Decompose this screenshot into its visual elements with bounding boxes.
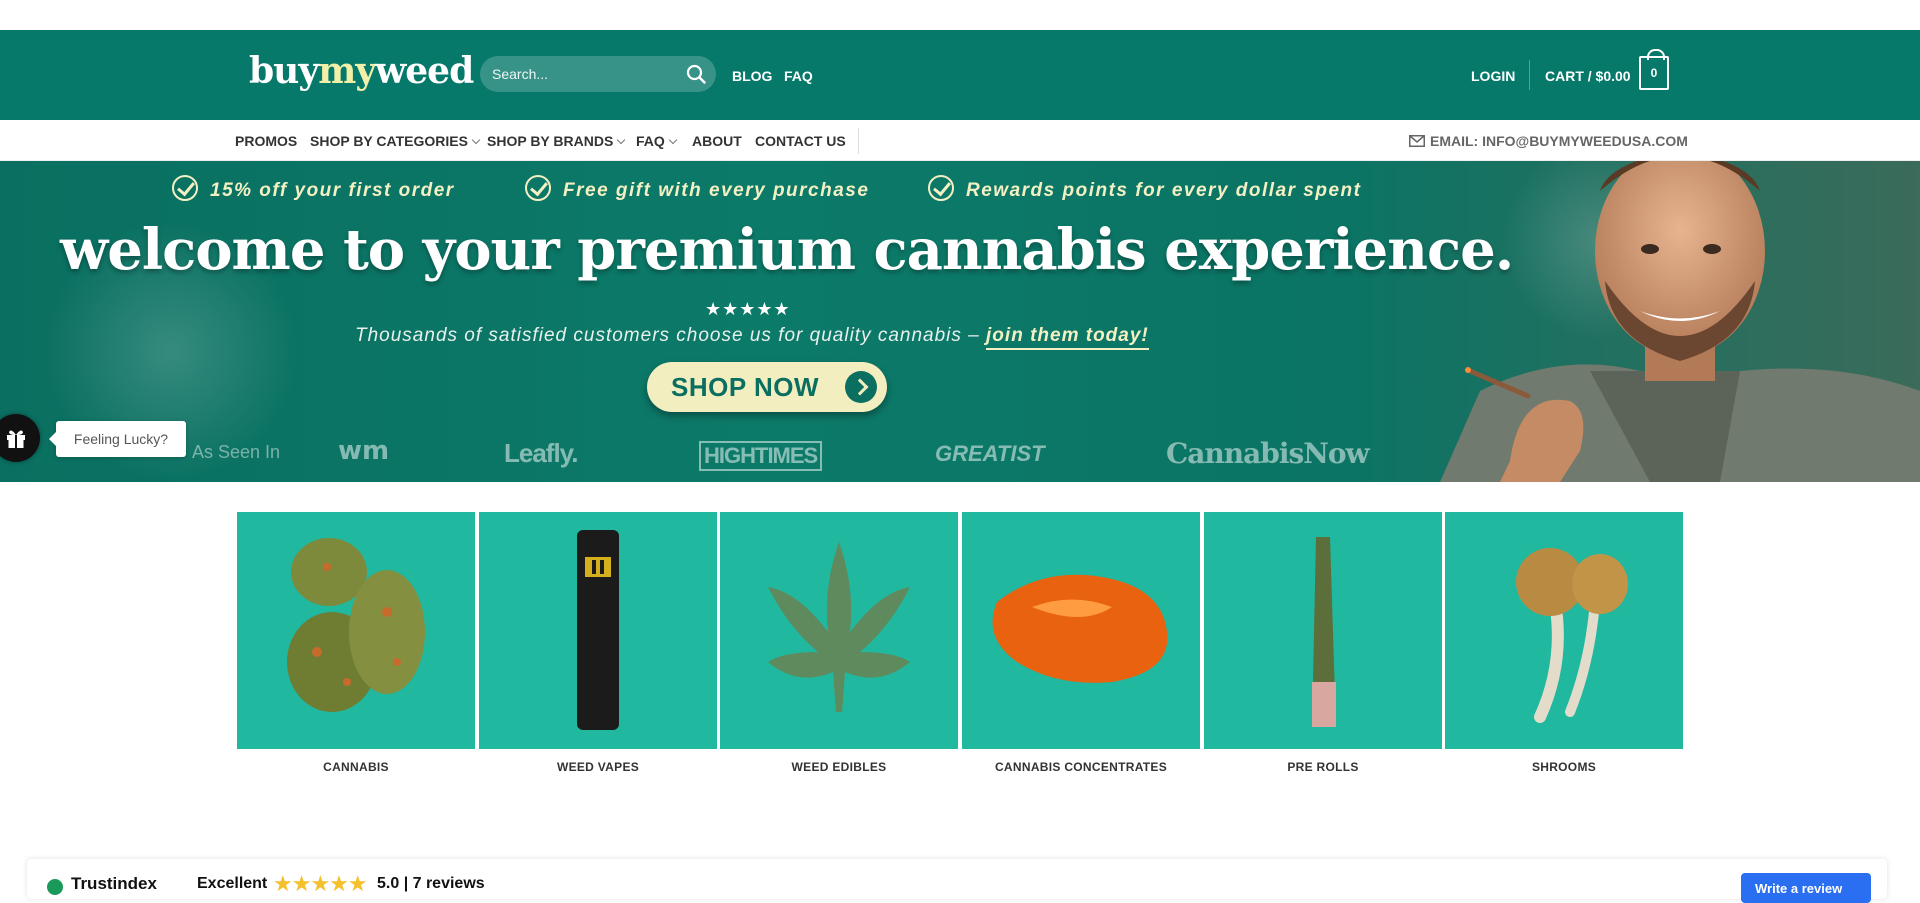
trustindex-widget: Trustindex Excellent ★★★★★ 5.0 | 7 revie… — [27, 859, 1887, 903]
press-logo-cannabisnow: CannabisNow — [1166, 437, 1370, 470]
concentrate-shatter-image — [992, 574, 1168, 683]
email-text: EMAIL: INFO@BUYMYWEEDUSA.COM — [1430, 133, 1688, 149]
category-label[interactable]: PRE ROLLS — [1204, 760, 1442, 774]
mushrooms-image — [1516, 548, 1628, 723]
hero-tagline: Thousands of satisfied customers choose … — [355, 325, 1149, 350]
tagline-text: Thousands of satisfied customers choose … — [355, 325, 987, 346]
logo-part-my: my — [318, 50, 376, 92]
rating-stars: ★★★★★ — [705, 299, 791, 319]
perk-text: Free gift with every purchase — [563, 180, 870, 202]
site-header: buymyweed BLOG FAQ LOGIN CART / $0.00 0 — [0, 30, 1920, 120]
category-tile-pre-rolls[interactable] — [1204, 512, 1442, 749]
search-button[interactable] — [684, 62, 708, 86]
category-label[interactable]: CANNABIS CONCENTRATES — [962, 760, 1200, 774]
perk-rewards: Rewards points for every dollar spent — [928, 175, 1362, 204]
shop-now-button[interactable]: SHOP NOW — [647, 362, 887, 412]
tagline-cta: join them today! — [986, 325, 1149, 350]
trustindex-stars: ★★★★★ — [273, 871, 368, 896]
trustindex-score: 5.0 | 7 reviews — [377, 875, 485, 892]
feeling-lucky-tooltip[interactable]: Feeling Lucky? — [49, 421, 186, 457]
header-divider — [1529, 60, 1530, 90]
shop-now-label: SHOP NOW — [671, 372, 819, 402]
edible-gummy-image — [768, 542, 910, 712]
nav-item-shop-by-categories[interactable]: SHOP BY CATEGORIES — [310, 133, 481, 149]
category-label[interactable]: WEED EDIBLES — [720, 760, 958, 774]
nav-divider — [858, 128, 859, 154]
nav-label: PROMOS — [235, 133, 298, 149]
category-tile-weed-edibles[interactable] — [720, 512, 958, 749]
arrow-right-icon — [845, 371, 877, 403]
chevron-down-icon — [668, 135, 678, 145]
perk-text: 15% off your first order — [210, 180, 455, 202]
category-tile-shrooms[interactable] — [1445, 512, 1683, 749]
nav-label: SHOP BY CATEGORIES — [310, 133, 468, 149]
vape-pen-image — [577, 530, 619, 730]
cart-link[interactable]: CART / $0.00 — [1545, 68, 1631, 84]
perk-free-gift: Free gift with every purchase — [525, 175, 870, 204]
category-tile-cannabis[interactable] — [237, 512, 475, 749]
cart-count-badge[interactable]: 0 — [1639, 49, 1669, 90]
cannabis-bud-image — [287, 538, 425, 712]
write-review-button[interactable]: Write a review — [1741, 873, 1871, 903]
nav-item-promos[interactable]: PROMOS — [235, 133, 297, 149]
trustindex-check-icon — [47, 879, 63, 895]
nav-label: FAQ — [636, 133, 665, 149]
site-logo[interactable]: buymyweed — [249, 50, 474, 92]
category-tile-cannabis-concentrates[interactable] — [962, 512, 1200, 749]
category-tile-weed-vapes[interactable] — [479, 512, 717, 749]
nav-item-about[interactable]: ABOUT — [692, 133, 742, 149]
category-label[interactable]: WEED VAPES — [479, 760, 717, 774]
logo-part-weed: weed — [375, 50, 474, 92]
search-input[interactable] — [492, 64, 672, 84]
email-link[interactable]: EMAIL: INFO@BUYMYWEEDUSA.COM — [1409, 133, 1688, 149]
press-logo-greatist: GREATIST — [935, 441, 1045, 466]
login-link[interactable]: LOGIN — [1471, 68, 1515, 84]
hero-title: welcome to your premium cannabis experie… — [60, 217, 1514, 283]
spokesperson-image — [1440, 161, 1920, 482]
chevron-down-icon — [617, 135, 626, 145]
chevron-down-icon — [471, 135, 481, 145]
press-logo-weedmaps: wm — [338, 436, 390, 466]
hero-banner[interactable]: 15% off your first order Free gift with … — [0, 161, 1920, 482]
nav-item-faq[interactable]: FAQ — [636, 133, 678, 149]
search-icon — [686, 64, 706, 84]
press-logo-hightimes: HIGHTIMES — [699, 441, 823, 471]
as-seen-in-label: As Seen In — [192, 442, 281, 462]
nav-label: SHOP BY BRANDS — [487, 133, 614, 149]
perk-first-order: 15% off your first order — [172, 175, 455, 204]
category-label[interactable]: CANNABIS — [237, 760, 475, 774]
logo-part-buy: buy — [249, 50, 319, 92]
perk-text: Rewards points for every dollar spent — [966, 180, 1362, 202]
blog-link[interactable]: BLOG — [732, 68, 772, 84]
trustindex-name: Trustindex — [71, 874, 157, 893]
nav-label: CONTACT US — [755, 133, 846, 149]
nav-item-contact-us[interactable]: CONTACT US — [755, 133, 846, 149]
press-logo-leafly: Leafly. — [504, 438, 578, 468]
nav-label: ABOUT — [692, 133, 742, 149]
check-circle-icon — [172, 175, 198, 201]
trustindex-rating: Excellent — [197, 875, 268, 892]
check-circle-icon — [928, 175, 954, 201]
faq-link[interactable]: FAQ — [784, 68, 813, 84]
gift-icon — [7, 430, 25, 448]
main-nav: PROMOS SHOP BY CATEGORIES SHOP BY BRANDS… — [0, 120, 1920, 161]
check-circle-icon — [525, 175, 551, 201]
nav-item-shop-by-brands[interactable]: SHOP BY BRANDS — [487, 133, 626, 149]
pre-roll-image — [1312, 537, 1336, 727]
category-label[interactable]: SHROOMS — [1445, 760, 1683, 774]
top-strip — [0, 0, 1920, 30]
search-box — [480, 56, 716, 92]
envelope-icon — [1409, 135, 1425, 147]
